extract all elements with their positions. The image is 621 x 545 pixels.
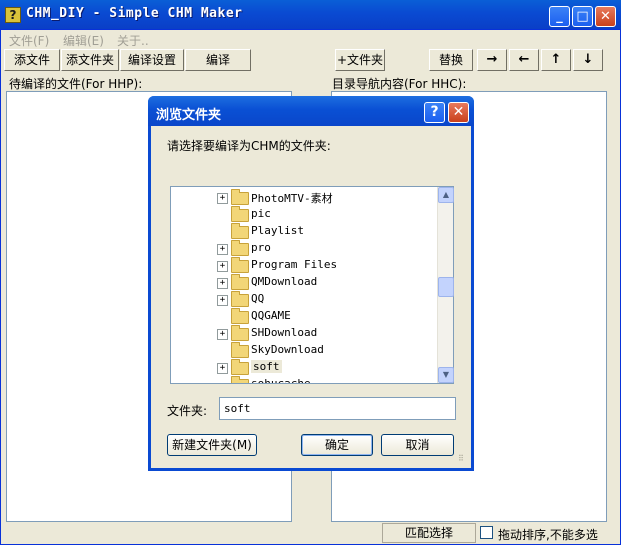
tree-item-label: QQ [251,292,265,305]
tree-item[interactable]: + SHDownload [171,325,437,342]
move-left-button[interactable]: ← [509,49,539,71]
dialog-instruction: 请选择要编译为CHM的文件夹: [167,139,331,153]
folder-icon [231,189,249,205]
folder-icon [231,223,249,239]
ok-button[interactable]: 确定 [301,434,373,456]
left-pane-label: 待编译的文件(For HHP): [9,77,143,91]
tree-scrollbar[interactable]: ▲ ▼ [437,187,454,383]
folder-icon [231,257,249,273]
expand-icon[interactable]: + [217,193,228,204]
menu-edit[interactable]: 编辑(E) [63,32,104,49]
tree-item-label: QMDownload [251,275,318,288]
add-file-button[interactable]: 添文件 [4,49,60,71]
tree-item[interactable]: sohucache [171,376,437,384]
tree-item-label: QQGAME [251,309,291,322]
plus-folder-button[interactable]: +文件夹 [335,49,385,71]
tree-item-label: sohucache [251,377,311,384]
dialog-title: 浏览文件夹 [156,108,222,123]
match-select-button[interactable]: 匹配选择 [382,523,476,543]
scroll-down-button[interactable]: ▼ [438,367,454,383]
tree-item[interactable]: Playlist [171,223,437,240]
maximize-button[interactable]: □ [572,6,593,27]
resize-grip-icon[interactable]: ⠿ [458,455,470,468]
expand-icon[interactable]: + [217,244,228,255]
tree-item-label: pro [251,241,271,254]
folder-icon [231,325,249,341]
folder-icon [231,291,249,307]
compile-button[interactable]: 编译 [185,49,251,71]
right-pane-label: 目录导航内容(For HHC): [332,77,467,91]
folder-icon [231,206,249,222]
tree-item[interactable]: + QQ [171,291,437,308]
tree-item[interactable]: + PhotoMTV-素材 [171,189,437,206]
add-folder-button[interactable]: 添文件夹 [61,49,119,71]
tree-item[interactable]: + pro [171,240,437,257]
folder-icon [231,308,249,324]
move-down-button[interactable]: ↓ [573,49,603,71]
menu-about[interactable]: 关于.. [117,32,149,49]
expand-icon[interactable]: + [217,278,228,289]
folder-icon [231,240,249,256]
help-button[interactable]: ? [424,102,445,123]
scroll-thumb[interactable] [438,277,454,297]
tree-item-label: Playlist [251,224,304,237]
app-icon: ? [5,7,21,23]
menu-file[interactable]: 文件(F) [9,32,49,49]
dialog-close-button[interactable]: ✕ [448,102,469,123]
folder-icon [231,342,249,358]
drag-sort-label: 拖动排序,不能多选 [498,528,598,542]
tree-item-label: SkyDownload [251,343,324,356]
tree-item-label: Program Files [251,258,338,271]
tree-item[interactable]: + QMDownload [171,274,437,291]
tree-item[interactable]: SkyDownload [171,342,437,359]
close-button[interactable]: ✕ [595,6,616,27]
expand-icon[interactable]: + [217,329,228,340]
folder-icon [231,274,249,290]
move-right-button[interactable]: → [477,49,507,71]
compile-settings-button[interactable]: 编译设置 [120,49,184,71]
window-title: CHM_DIY - Simple CHM Maker [26,6,243,21]
expand-icon[interactable]: + [217,363,228,374]
cancel-button[interactable]: 取消 [381,434,454,456]
tree-item[interactable]: QQGAME [171,308,437,325]
drag-sort-checkbox[interactable] [480,526,493,539]
tree-item-label: PhotoMTV-素材 [251,192,333,205]
expand-icon[interactable]: + [217,295,228,306]
expand-icon[interactable]: + [217,261,228,272]
tree-item[interactable]: + Program Files [171,257,437,274]
tree-item[interactable]: + soft [171,359,437,376]
move-up-button[interactable]: ↑ [541,49,571,71]
folder-icon [231,359,249,375]
scroll-up-button[interactable]: ▲ [438,187,454,203]
new-folder-button[interactable]: 新建文件夹(M) [167,434,257,456]
tree-item[interactable]: pic [171,206,437,223]
minimize-button[interactable]: _ [549,6,570,27]
folder-icon [231,376,249,383]
tree-item-label: soft [251,360,282,373]
tree-item-label: pic [251,207,271,220]
folder-input[interactable] [219,397,456,420]
replace-button[interactable]: 替换 [429,49,473,71]
folder-label: 文件夹: [167,404,208,418]
tree-item-label: SHDownload [251,326,318,339]
folder-tree[interactable]: + PhotoMTV-素材 pic Playlist + pro + Program File… [170,186,454,384]
